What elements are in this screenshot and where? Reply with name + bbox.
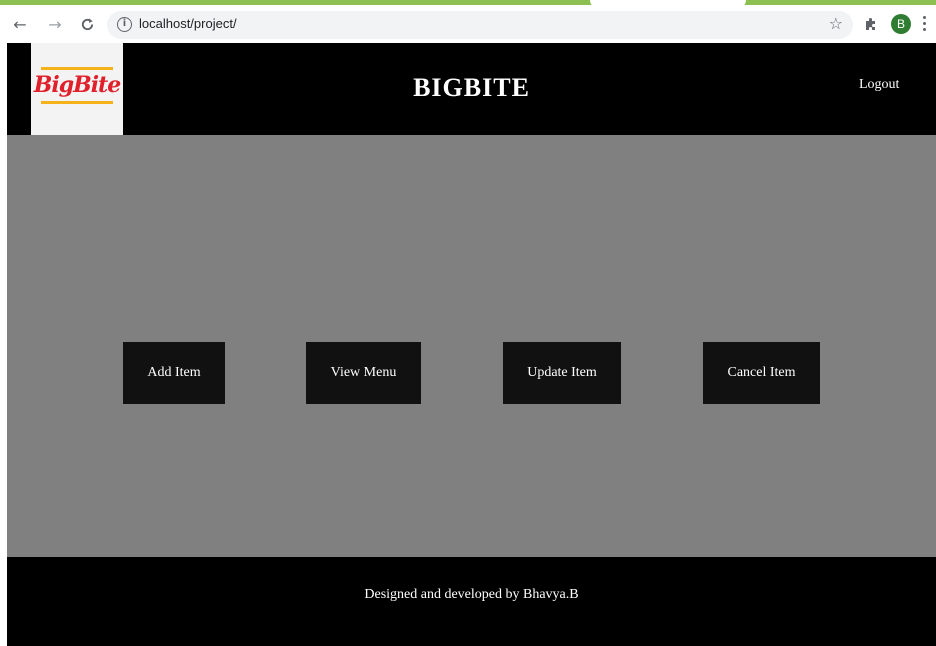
view-menu-button[interactable]: View Menu — [306, 342, 421, 404]
logout-link[interactable]: Logout — [859, 77, 899, 93]
address-bar[interactable]: i localhost/project/ ☆ — [107, 11, 853, 39]
arrow-right-icon[interactable]: → — [44, 13, 66, 35]
puzzle-glyph — [866, 18, 875, 30]
tab-strip-accent-right — [740, 0, 936, 5]
arrow-left-icon[interactable]: ← — [9, 13, 31, 35]
update-item-button[interactable]: Update Item — [503, 342, 621, 404]
star-icon[interactable]: ☆ — [829, 14, 843, 33]
avatar[interactable]: B — [891, 14, 911, 34]
info-icon[interactable]: i — [117, 17, 132, 32]
reload-icon[interactable] — [76, 13, 98, 35]
main-content: Add Item View Menu Update Item Cancel It… — [7, 135, 936, 557]
cancel-item-button[interactable]: Cancel Item — [703, 342, 820, 404]
tab-strip-accent — [0, 0, 596, 5]
kebab-menu-icon[interactable] — [920, 13, 928, 33]
browser-toolbar: ← → i localhost/project/ ☆ B — [0, 0, 936, 43]
page-header: BigBite BIGBITE Logout — [7, 43, 936, 135]
url-text[interactable]: localhost/project/ — [139, 16, 237, 31]
footer-credit: Designed and developed by Bhavya.B — [364, 587, 579, 602]
puzzle-icon[interactable] — [862, 15, 880, 33]
add-item-button[interactable]: Add Item — [123, 342, 225, 404]
reload-glyph — [81, 17, 93, 30]
active-tab-notch — [590, 0, 746, 8]
page-footer: Designed and developed by Bhavya.B — [7, 557, 936, 646]
page-title: BIGBITE — [413, 73, 530, 102]
